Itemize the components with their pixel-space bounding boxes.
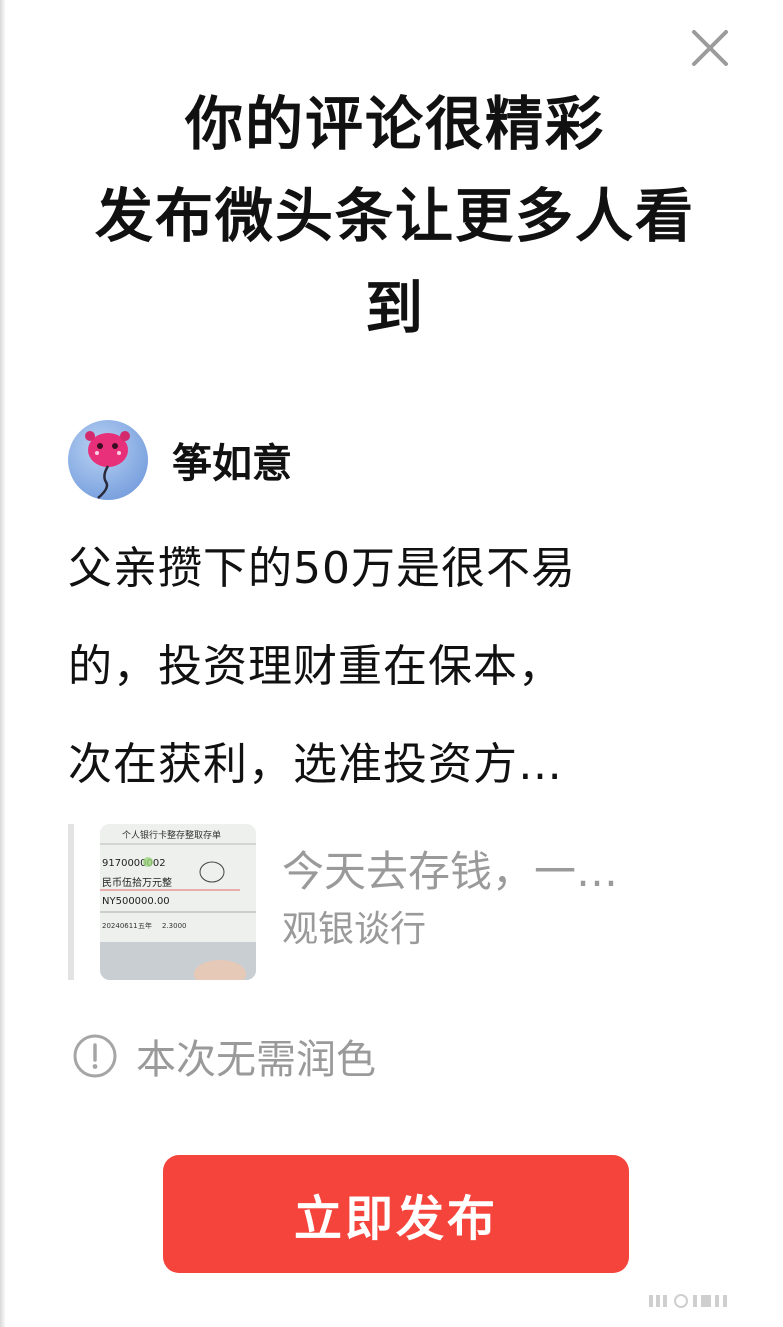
dialog-title-line-3: 到 — [364, 274, 425, 342]
quoted-post-title: 今天去存钱，一… — [282, 847, 619, 896]
avatar[interactable] — [68, 420, 148, 500]
author-row: 筝如意 — [68, 420, 292, 500]
publish-dialog: 你的评论很精彩 发布微头条让更多人看 到 筝如意 父亲攒下的50万是很不易 的，… — [0, 0, 783, 1327]
slip-row-rate: 2.3000 — [162, 922, 187, 930]
slip-account: 9170000002 — [102, 858, 166, 869]
quoted-post-source: 观银谈行 — [282, 909, 427, 950]
dialog-title: 你的评论很精彩 发布微头条让更多人看 到 — [60, 78, 730, 354]
deposit-slip-image: 个人银行卡整存整取存单 9170000002 民币伍拾万元整 NY500000.… — [100, 824, 256, 980]
slip-bank-name: 个人银行卡整存整取存单 — [122, 829, 221, 841]
comment-line-3: 次在获利，选准投资方… — [68, 739, 563, 790]
quoted-post[interactable]: 个人银行卡整存整取存单 9170000002 民币伍拾万元整 NY500000.… — [68, 824, 728, 980]
close-button[interactable] — [686, 24, 734, 72]
polish-notice: 本次无需润色 — [72, 1030, 376, 1083]
watermark-mark — [649, 1294, 727, 1308]
quoted-post-text: 今天去存钱，一… 观银谈行 — [282, 844, 618, 960]
slip-row-term: 五年 — [138, 921, 152, 930]
slip-amount: NY500000.00 — [102, 896, 170, 907]
slip-amount-words: 民币伍拾万元整 — [102, 876, 172, 889]
notice-text: 本次无需润色 — [136, 1037, 376, 1083]
close-icon — [692, 30, 728, 66]
publish-button[interactable]: 立即发布 — [163, 1155, 629, 1273]
info-icon — [73, 1034, 117, 1078]
comment-text: 父亲攒下的50万是很不易 的，投资理财重在保本， 次在获利，选准投资方… — [68, 520, 718, 814]
kite-avatar-icon — [85, 431, 130, 499]
quote-bar — [68, 824, 74, 980]
author-name[interactable]: 筝如意 — [172, 431, 292, 489]
dialog-title-line-1: 你的评论很精彩 — [184, 90, 605, 158]
left-edge-shadow — [0, 0, 6, 1327]
comment-line-1: 父亲攒下的50万是很不易 — [68, 543, 576, 594]
quoted-post-thumbnail: 个人银行卡整存整取存单 9170000002 民币伍拾万元整 NY500000.… — [100, 824, 256, 980]
comment-line-2: 的，投资理财重在保本， — [68, 641, 563, 692]
slip-row-date: 20240611 — [102, 922, 138, 930]
dialog-title-line-2: 发布微头条让更多人看 — [94, 182, 695, 250]
